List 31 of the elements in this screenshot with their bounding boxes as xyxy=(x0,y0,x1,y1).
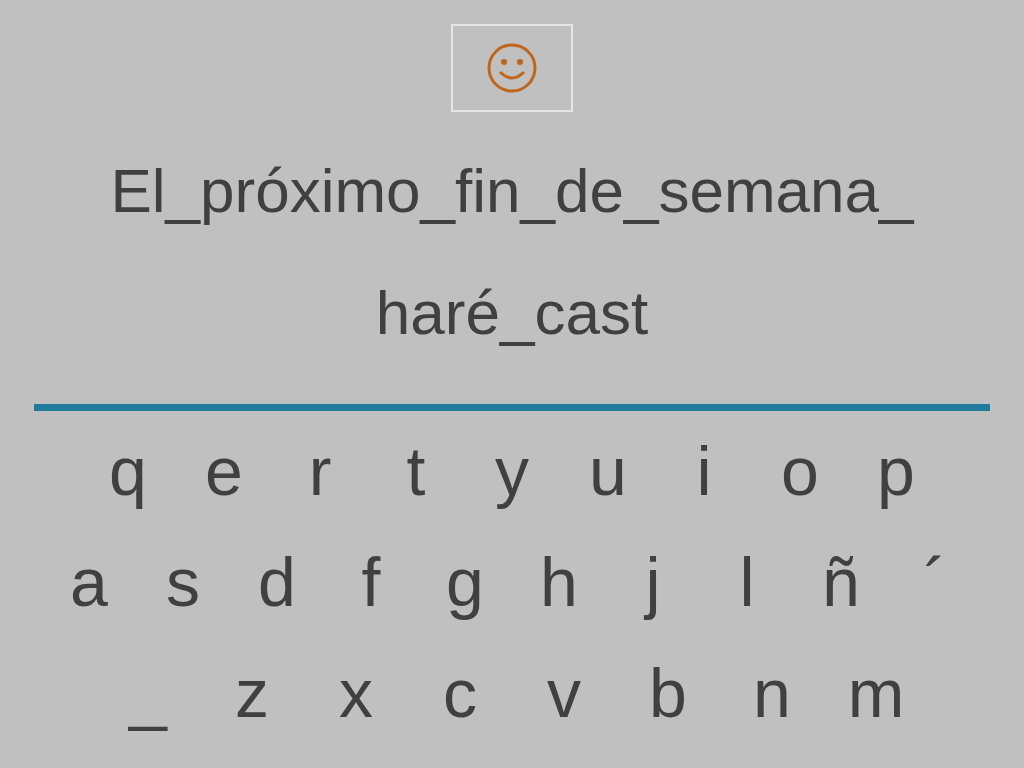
letter-key[interactable]: r xyxy=(272,430,368,511)
sentence-line: El_próximo_fin_de_semana_ xyxy=(110,155,914,227)
letter-key[interactable]: ´ xyxy=(888,541,982,622)
letter-key[interactable]: f xyxy=(324,541,418,622)
hint-button[interactable] xyxy=(451,24,573,112)
letter-key[interactable]: q xyxy=(80,430,176,511)
letter-key[interactable]: o xyxy=(752,430,848,511)
letter-key[interactable]: b xyxy=(616,652,720,733)
letter-key[interactable]: m xyxy=(824,652,928,733)
letter-key[interactable]: y xyxy=(464,430,560,511)
letter-key[interactable]: n xyxy=(720,652,824,733)
letter-key[interactable]: _ xyxy=(96,652,200,733)
letter-key[interactable]: d xyxy=(230,541,324,622)
letter-key[interactable]: l xyxy=(700,541,794,622)
letter-key[interactable]: x xyxy=(304,652,408,733)
letter-key[interactable]: ñ xyxy=(794,541,888,622)
letter-key[interactable]: u xyxy=(560,430,656,511)
letter-key[interactable]: v xyxy=(512,652,616,733)
smiley-icon xyxy=(486,42,538,94)
letter-key[interactable]: z xyxy=(200,652,304,733)
letter-key[interactable]: h xyxy=(512,541,606,622)
letter-key[interactable]: c xyxy=(408,652,512,733)
letter-key[interactable]: a xyxy=(42,541,136,622)
letter-key[interactable]: j xyxy=(606,541,700,622)
sentence-line: haré_cast xyxy=(375,277,649,349)
letter-key[interactable]: e xyxy=(176,430,272,511)
letter-key[interactable]: p xyxy=(848,430,944,511)
letter-key[interactable]: t xyxy=(368,430,464,511)
letter-key[interactable]: g xyxy=(418,541,512,622)
letter-key[interactable]: i xyxy=(656,430,752,511)
letter-key[interactable]: s xyxy=(136,541,230,622)
